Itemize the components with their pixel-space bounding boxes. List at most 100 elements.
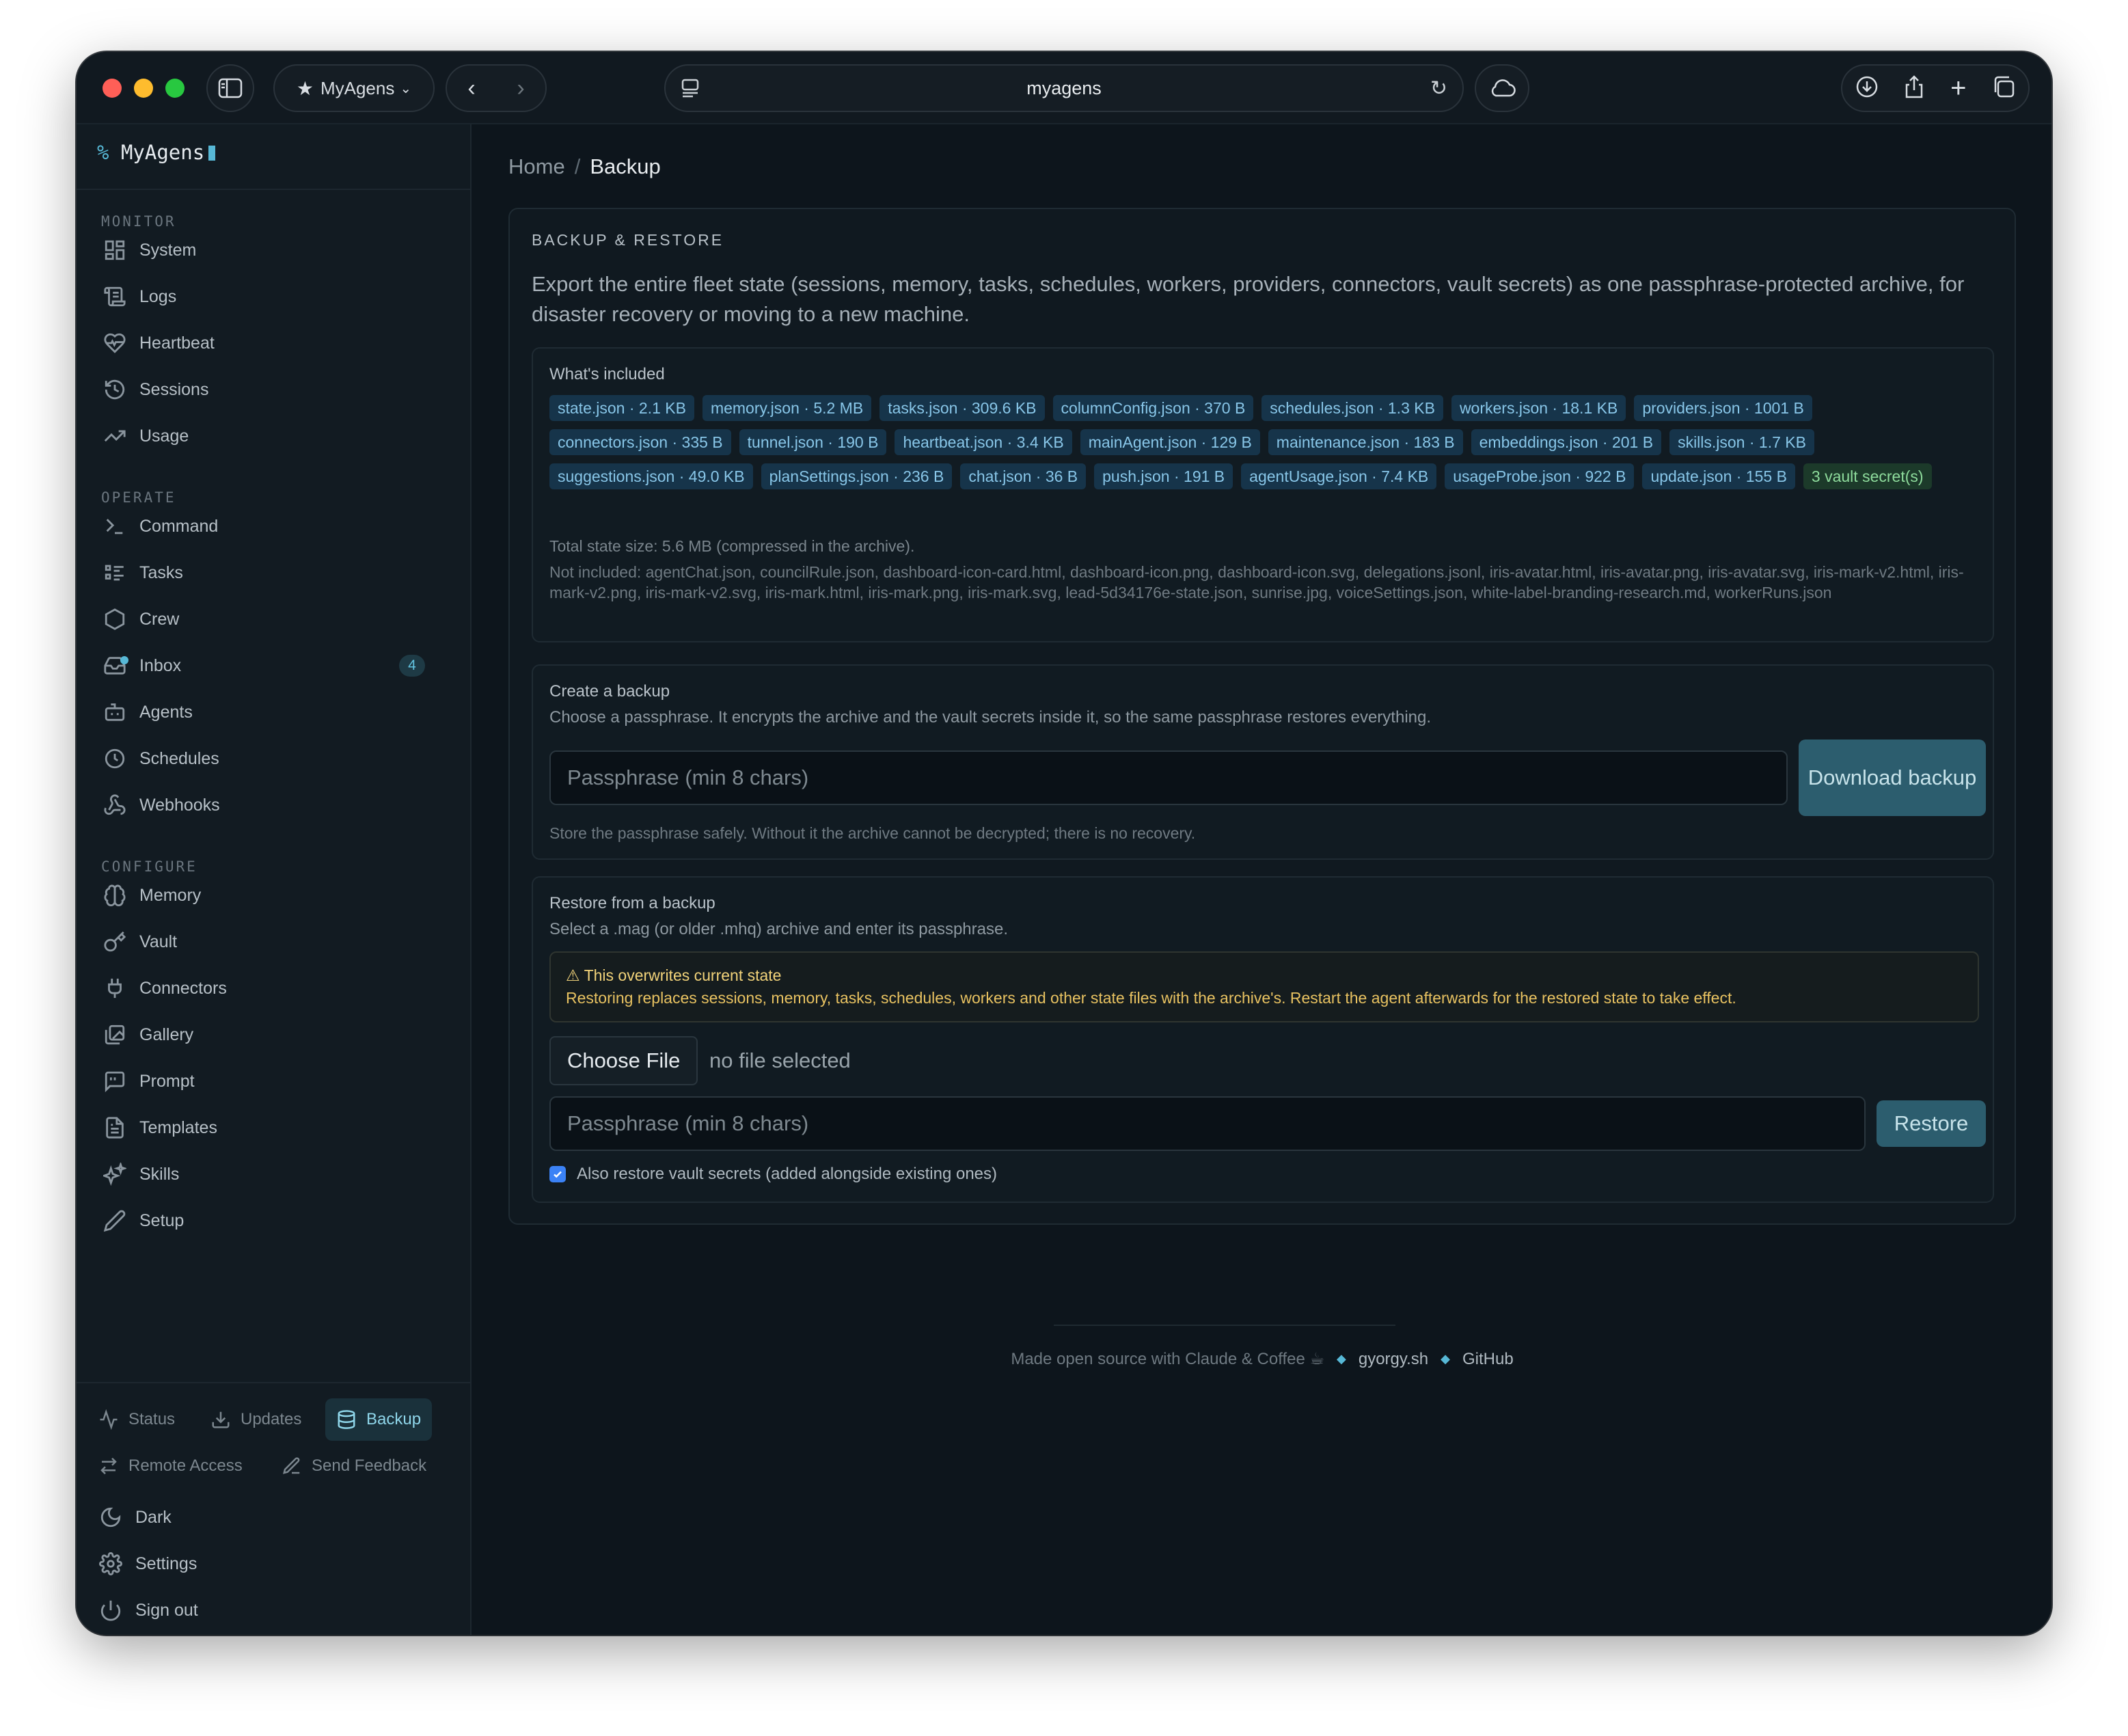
footer: Made open source with Claude & Coffee ☕ … — [473, 1349, 2051, 1369]
download-icon — [212, 1411, 230, 1428]
heart-pulse-icon — [101, 329, 128, 357]
cloud-icon[interactable] — [1475, 64, 1529, 112]
scroll-icon — [101, 283, 128, 310]
key-icon — [101, 928, 128, 955]
included-file-chip: mainAgent.json · 129 B — [1080, 429, 1260, 455]
sidebar-item-usage[interactable]: Usage — [101, 417, 450, 455]
passphrase-hint: Store the passphrase safely. Without it … — [549, 824, 1196, 842]
tabs-overview-icon[interactable] — [1992, 75, 2015, 102]
page-settings-icon[interactable] — [681, 78, 700, 103]
sidebar-item-memory[interactable]: Memory — [101, 876, 450, 914]
sidebar-item-vault[interactable]: Vault — [101, 923, 450, 961]
restore-passphrase-input[interactable]: Passphrase (min 8 chars) — [549, 1096, 1866, 1151]
remote-access-link[interactable]: Remote Access — [87, 1445, 254, 1487]
bot-icon — [101, 699, 128, 726]
status-link[interactable]: Status — [87, 1398, 186, 1441]
section-label-operate: OPERATE — [101, 489, 176, 506]
breadcrumb-home[interactable]: Home — [508, 154, 565, 178]
share-icon[interactable] — [1904, 74, 1924, 103]
overwrite-warning: ⚠ This overwrites current state Restorin… — [549, 951, 1979, 1022]
history-icon — [101, 376, 128, 403]
footer-site-link[interactable]: gyorgy.sh — [1359, 1350, 1428, 1369]
choose-file-button[interactable]: Choose File — [549, 1036, 698, 1085]
sidebar-item-prompt[interactable]: Prompt — [101, 1062, 450, 1100]
unread-dot — [120, 656, 128, 664]
total-size: Total state size: 5.6 MB (compressed in … — [549, 537, 915, 555]
minimize-window-button[interactable] — [134, 79, 153, 98]
diamond-icon: ◆ — [1441, 1352, 1450, 1366]
restore-vault-checkbox[interactable]: Also restore vault secrets (added alongs… — [549, 1165, 997, 1184]
backup-restore-panel: BACKUP & RESTORE Export the entire fleet… — [508, 208, 2016, 1225]
settings-link[interactable]: Settings — [97, 1545, 446, 1583]
file-status: no file selected — [709, 1048, 851, 1072]
backup-passphrase-input[interactable]: Passphrase (min 8 chars) — [549, 750, 1788, 805]
backup-link[interactable]: Backup — [325, 1398, 433, 1441]
sidebar-item-heartbeat[interactable]: Heartbeat — [101, 324, 450, 362]
list-checks-icon — [101, 559, 128, 586]
profile-menu-button[interactable]: ★ MyAgens ⌄ — [273, 64, 435, 112]
star-icon: ★ — [296, 77, 314, 99]
theme-toggle[interactable]: Dark — [97, 1498, 446, 1536]
sidebar-item-schedules[interactable]: Schedules — [101, 740, 450, 778]
zoom-window-button[interactable] — [165, 79, 185, 98]
forward-icon[interactable]: › — [517, 75, 524, 102]
sidebar-item-sessions[interactable]: Sessions — [101, 370, 450, 409]
sidebar-item-webhooks[interactable]: Webhooks — [101, 786, 450, 824]
sidebar-toggle-icon[interactable] — [206, 64, 254, 112]
app-brand[interactable]: % MyAgens — [97, 141, 216, 164]
included-file-chip: push.json · 191 B — [1094, 463, 1233, 489]
terminal-icon — [101, 513, 128, 540]
sidebar: % MyAgens MONITOR System Logs Heartbeat … — [77, 124, 472, 1635]
sidebar-item-connectors[interactable]: Connectors — [101, 969, 450, 1007]
send-feedback-link[interactable]: Send Feedback — [271, 1445, 437, 1487]
diamond-icon: ◆ — [1337, 1352, 1346, 1366]
checkmark-icon[interactable] — [549, 1166, 566, 1182]
sign-out-button[interactable]: Sign out — [97, 1591, 446, 1629]
breadcrumb-current: Backup — [590, 154, 661, 178]
address-bar[interactable]: myagens ↻ — [664, 64, 1464, 112]
create-subtitle: Choose a passphrase. It encrypts the arc… — [549, 708, 1432, 727]
clock-icon — [101, 745, 128, 772]
included-file-chip: state.json · 2.1 KB — [549, 395, 694, 421]
reload-icon[interactable]: ↻ — [1430, 77, 1447, 100]
included-file-chip: maintenance.json · 183 B — [1268, 429, 1463, 455]
included-file-chip: workers.json · 18.1 KB — [1451, 395, 1626, 421]
included-file-chip: connectors.json · 335 B — [549, 429, 731, 455]
sidebar-item-templates[interactable]: Templates — [101, 1109, 450, 1147]
sidebar-item-setup[interactable]: Setup — [101, 1202, 450, 1240]
sidebar-item-crew[interactable]: Crew — [101, 600, 450, 638]
sidebar-item-inbox[interactable]: Inbox 4 — [101, 647, 450, 685]
download-backup-button[interactable]: Download backup — [1799, 740, 1986, 816]
arrows-swap-icon — [100, 1457, 117, 1475]
download-icon[interactable] — [1855, 75, 1879, 102]
webhook-icon — [101, 791, 128, 819]
restore-button[interactable]: Restore — [1877, 1100, 1986, 1147]
images-icon — [101, 1021, 128, 1048]
included-file-chip: planSettings.json · 236 B — [761, 463, 953, 489]
sidebar-item-agents[interactable]: Agents — [101, 693, 450, 731]
close-window-button[interactable] — [103, 79, 122, 98]
warning-title: ⚠ This overwrites current state — [566, 966, 782, 984]
pen-icon — [283, 1457, 300, 1474]
sidebar-item-gallery[interactable]: Gallery — [101, 1016, 450, 1054]
included-file-chip: heartbeat.json · 3.4 KB — [895, 429, 1072, 455]
sidebar-item-system[interactable]: System — [101, 231, 450, 269]
included-file-chip: suggestions.json · 49.0 KB — [549, 463, 753, 489]
footer-github-link[interactable]: GitHub — [1462, 1350, 1514, 1369]
gear-icon — [97, 1550, 124, 1577]
sidebar-item-skills[interactable]: Skills — [101, 1155, 450, 1193]
sidebar-item-tasks[interactable]: Tasks — [101, 554, 450, 592]
vault-secrets-chip: 3 vault secret(s) — [1803, 463, 1932, 489]
updates-link[interactable]: Updates — [200, 1398, 312, 1441]
back-icon[interactable]: ‹ — [467, 75, 475, 102]
restore-backup-card: Restore from a backup Select a .mag (or … — [532, 876, 1994, 1203]
browser-toolbar: ★ MyAgens ⌄ ‹ › myagens ↻ + — [77, 52, 2051, 124]
included-file-chip: chat.json · 36 B — [960, 463, 1087, 489]
included-file-chip: memory.json · 5.2 MB — [702, 395, 872, 421]
included-file-chip: embeddings.json · 201 B — [1471, 429, 1662, 455]
sidebar-item-command[interactable]: Command — [101, 507, 450, 545]
sidebar-item-logs[interactable]: Logs — [101, 277, 450, 316]
new-tab-icon[interactable]: + — [1950, 73, 1966, 104]
pencil-icon — [101, 1207, 128, 1234]
plug-icon — [101, 975, 128, 1002]
